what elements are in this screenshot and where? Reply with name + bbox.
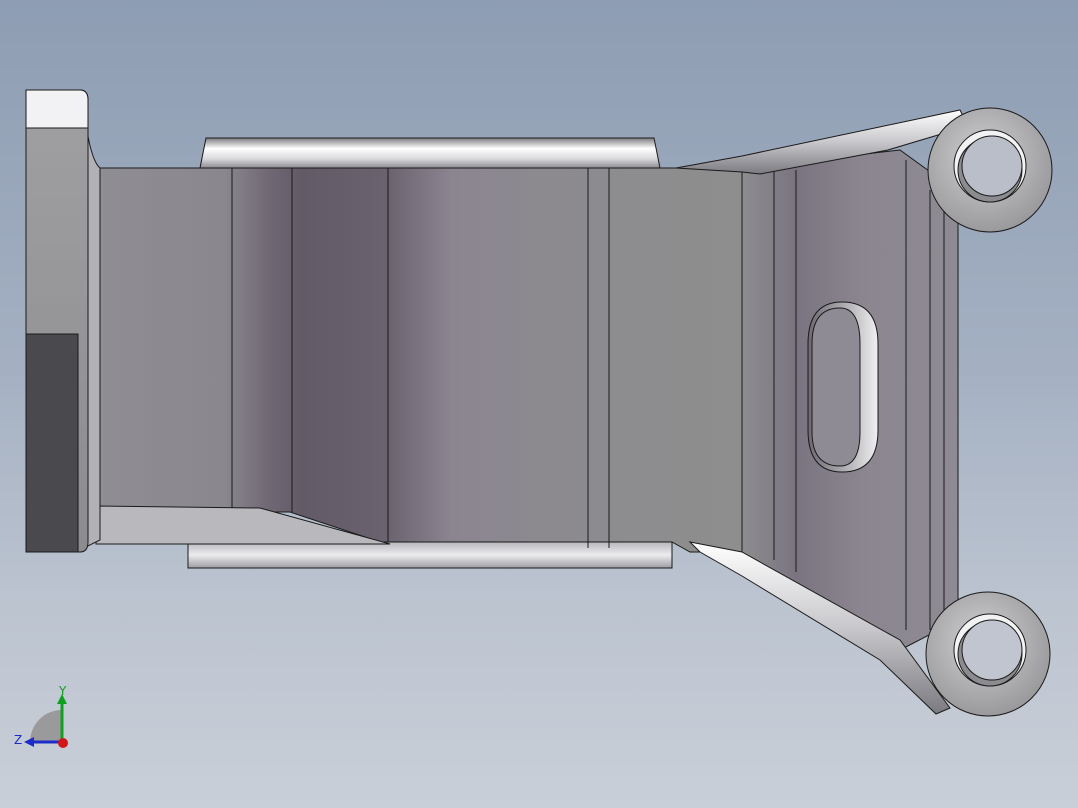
bracket-part[interactable]	[25, 89, 1053, 717]
main-body	[95, 167, 743, 553]
flange-top-face	[25, 89, 89, 129]
y-axis-label: Y	[58, 684, 67, 698]
top-rim	[199, 137, 661, 169]
model-viewport[interactable]	[0, 0, 1078, 808]
slot-inner	[811, 307, 861, 467]
flange-dark-face	[25, 333, 79, 553]
triad-arc	[30, 710, 62, 742]
x-axis-dot	[58, 738, 68, 748]
bottom-rim	[187, 541, 673, 569]
z-axis-label: Z	[14, 733, 22, 747]
lower-eye[interactable]	[925, 591, 1051, 717]
upper-eye[interactable]	[927, 107, 1053, 233]
orientation-triad: Y Z	[14, 684, 68, 748]
